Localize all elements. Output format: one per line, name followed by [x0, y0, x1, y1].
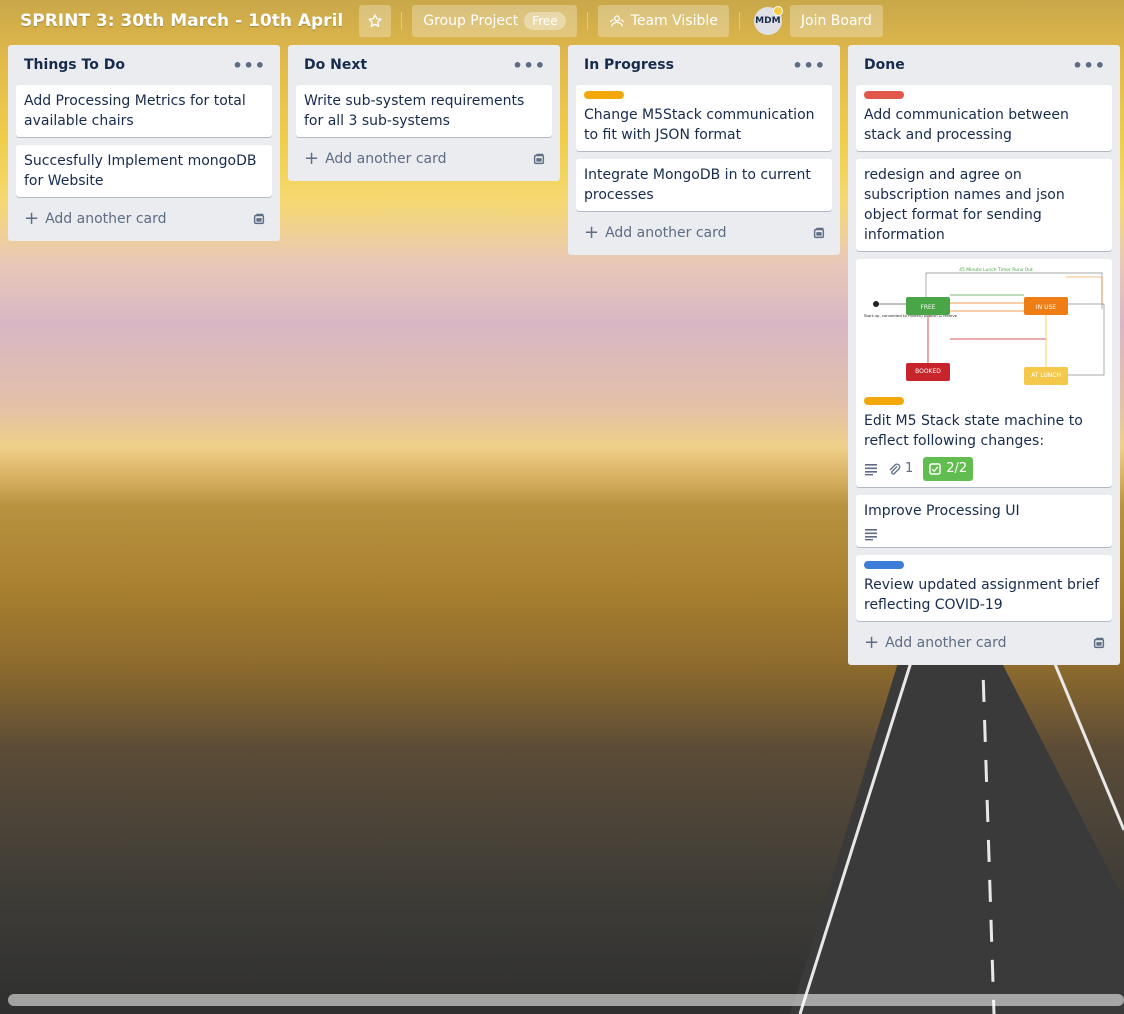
diagram-free-label: FREE [920, 304, 935, 311]
list-things-to-do: Things To Do ••• Add Processing Metrics … [8, 45, 280, 241]
description-icon [865, 464, 877, 476]
diagram-top-text: 45 Minute Lunch Timer Runs Out [959, 267, 1033, 273]
card-label-red[interactable] [864, 91, 904, 99]
card-title: Add Processing Metrics for total availab… [24, 93, 246, 129]
list-header[interactable]: Do Next ••• [296, 45, 552, 85]
add-card-label: Add another card [325, 151, 447, 167]
board-title[interactable]: SPRINT 3: 30th March - 10th April [12, 7, 351, 35]
checklist-icon [929, 463, 941, 475]
list-title[interactable]: Things To Do [24, 57, 125, 73]
card-title: Add communication between stack and proc… [864, 107, 1069, 143]
checklist-count: 2/2 [946, 461, 968, 476]
card[interactable]: Write sub-system requirements for all 3 … [296, 85, 552, 137]
attachment-badge: 1 [888, 459, 913, 479]
more-icon[interactable]: ••• [512, 56, 546, 75]
diagram-at-lunch-label: AT LUNCH [1031, 372, 1061, 379]
card-label-orange[interactable] [864, 397, 904, 405]
join-board-button[interactable]: Join Board [789, 5, 883, 37]
attachment-count: 1 [905, 461, 914, 476]
diagram-in-use-label: IN USE [1036, 304, 1056, 311]
add-card-button[interactable]: + Add another card [16, 205, 272, 233]
card-title: Integrate MongoDB in to current processe… [584, 167, 811, 203]
diagram-start-dot [873, 301, 879, 307]
list-header[interactable]: In Progress ••• [576, 45, 832, 85]
add-card-button[interactable]: + Add another card [856, 629, 1112, 657]
admin-dot [772, 6, 783, 16]
add-card-button[interactable]: + Add another card [576, 219, 832, 247]
team-button[interactable]: Group Project Free [412, 5, 577, 37]
add-card-label: Add another card [605, 225, 727, 241]
card[interactable]: Add Processing Metrics for total availab… [16, 85, 272, 137]
list-do-next: Do Next ••• Write sub-system requirement… [288, 45, 560, 181]
card-badges [864, 527, 1104, 541]
add-card-label: Add another card [45, 211, 167, 227]
card[interactable]: Succesfully Implement mongoDB for Websit… [16, 145, 272, 197]
header-divider [401, 12, 403, 30]
card[interactable]: Improve Processing UI [856, 495, 1112, 547]
card-template-icon[interactable] [1092, 636, 1106, 650]
board-header: SPRINT 3: 30th March - 10th April Group … [0, 0, 1124, 42]
card-title: redesign and agree on subscription names… [864, 167, 1065, 243]
diagram-booked-label: BOOKED [915, 368, 941, 375]
plus-icon: + [304, 148, 320, 169]
card-title: Write sub-system requirements for all 3 … [304, 93, 525, 129]
list-header[interactable]: Done ••• [856, 45, 1112, 85]
card-template-icon[interactable] [812, 226, 826, 240]
card[interactable]: Change M5Stack communication to fit with… [576, 85, 832, 151]
list-title[interactable]: Done [864, 57, 905, 73]
card-title: Change M5Stack communication to fit with… [584, 107, 815, 143]
card[interactable]: Add communication between stack and proc… [856, 85, 1112, 151]
card-template-icon[interactable] [532, 152, 546, 166]
team-visibility-icon [609, 15, 624, 27]
paperclip-icon [889, 463, 901, 475]
card-with-cover[interactable]: 45 Minute Lunch Timer Runs Out Start-up,… [856, 259, 1112, 487]
visibility-label: Team Visible [630, 13, 718, 29]
card-title: Edit M5 Stack state machine to reflect f… [864, 413, 1083, 449]
plus-icon: + [584, 222, 600, 243]
horizontal-scrollbar[interactable] [8, 994, 1124, 1006]
card-badges: 1 2/2 [864, 457, 1104, 481]
header-divider [738, 12, 740, 30]
join-board-label: Join Board [800, 13, 872, 29]
list-done: Done ••• Add communication between stack… [848, 45, 1120, 665]
card[interactable]: redesign and agree on subscription names… [856, 159, 1112, 251]
list-header[interactable]: Things To Do ••• [16, 45, 272, 85]
state-machine-diagram: 45 Minute Lunch Timer Runs Out Start-up,… [864, 267, 1105, 385]
card-label-orange[interactable] [584, 91, 624, 99]
more-icon[interactable]: ••• [1072, 56, 1106, 75]
card-title: Review updated assignment brief reflecti… [864, 577, 1100, 613]
description-icon [865, 529, 877, 541]
list-title[interactable]: Do Next [304, 57, 367, 73]
card-title: Succesfully Implement mongoDB for Websit… [24, 153, 257, 189]
card-cover-image: 45 Minute Lunch Timer Runs Out Start-up,… [856, 259, 1112, 391]
plus-icon: + [24, 208, 40, 229]
header-divider [586, 12, 588, 30]
plus-icon: + [864, 632, 880, 653]
card-title: Improve Processing UI [864, 503, 1020, 519]
checklist-badge: 2/2 [923, 457, 974, 481]
list-title[interactable]: In Progress [584, 57, 674, 73]
star-icon [368, 14, 382, 27]
card-label-blue[interactable] [864, 561, 904, 569]
add-card-button[interactable]: + Add another card [296, 145, 552, 173]
team-label: Group Project [423, 13, 519, 29]
card[interactable]: Review updated assignment brief reflecti… [856, 555, 1112, 621]
add-card-label: Add another card [885, 635, 1007, 651]
avatar-initials: MDM [755, 16, 781, 26]
more-icon[interactable]: ••• [792, 56, 826, 75]
free-badge: Free [524, 12, 566, 30]
more-icon[interactable]: ••• [232, 56, 266, 75]
visibility-button[interactable]: Team Visible [597, 5, 729, 37]
avatar[interactable]: MDM [753, 6, 783, 35]
card[interactable]: Integrate MongoDB in to current processe… [576, 159, 832, 211]
card-template-icon[interactable] [252, 212, 266, 226]
list-in-progress: In Progress ••• Change M5Stack communica… [568, 45, 840, 255]
star-button[interactable] [359, 5, 392, 37]
